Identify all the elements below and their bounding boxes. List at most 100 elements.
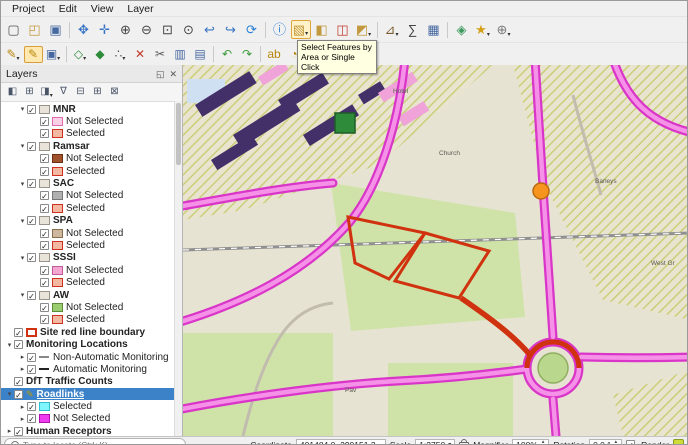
layer-tree-item[interactable]: ✓ Selected <box>1 239 182 251</box>
attributes-table-icon[interactable]: ▦ <box>424 20 444 39</box>
layer-tree-item[interactable]: ▸ ✓ Not Selected <box>1 413 182 425</box>
layer-tree-item[interactable]: ✓ Not Selected <box>1 227 182 239</box>
layer-checkbox[interactable]: ✓ <box>40 315 49 325</box>
scale-combo[interactable]: 1:2750 ▾ <box>415 439 456 444</box>
close-panel-icon[interactable]: ✕ <box>169 69 177 79</box>
expand-all-icon[interactable]: ⊟ <box>73 85 89 100</box>
layer-checkbox[interactable]: ✓ <box>14 426 23 436</box>
layer-tree-item[interactable]: ✓ Not Selected <box>1 153 182 165</box>
layer-checkbox[interactable]: ✓ <box>27 414 36 424</box>
map-tips-icon[interactable]: ◈ <box>452 20 472 39</box>
layer-tree-item[interactable]: ✓ Selected <box>1 165 182 177</box>
project-open-icon[interactable]: ◰ <box>25 20 45 39</box>
statistics-icon[interactable]: ∑ <box>403 20 423 39</box>
collapse-arrow-icon[interactable]: ▾ <box>5 390 14 398</box>
layer-checkbox[interactable]: ✓ <box>27 352 36 363</box>
collapse-all-icon[interactable]: ⊞ <box>90 85 106 100</box>
menu-view[interactable]: View <box>84 3 121 15</box>
layer-tree-item[interactable]: ✓ Site red line boundary <box>1 326 182 338</box>
expand-arrow-icon[interactable]: ▸ <box>5 427 14 435</box>
toggle-editing-icon[interactable]: ✎ <box>23 45 43 63</box>
undock-panel-icon[interactable]: ◱ <box>156 69 165 79</box>
cut-features-icon[interactable]: ✂ <box>151 46 170 63</box>
layer-tree-item[interactable]: ▾ ✓ SSSI <box>1 252 182 264</box>
chevron-down-icon[interactable]: ▾ <box>448 441 451 444</box>
current-edits-icon[interactable]: ✎ ▾ <box>4 46 23 63</box>
remove-layer-icon[interactable]: ⊠ <box>107 85 123 100</box>
layer-tree-item[interactable]: ✓ Selected <box>1 128 182 140</box>
layer-checkbox[interactable]: ✓ <box>40 154 49 164</box>
layers-scrollbar[interactable] <box>174 101 182 436</box>
spinner-arrows-icon[interactable]: ▲▼ <box>541 439 545 444</box>
layer-tree-item[interactable]: ▸ ✓ Selected <box>1 400 182 412</box>
layer-tree-item[interactable]: ✓ Not Selected <box>1 190 182 202</box>
collapse-arrow-icon[interactable]: ▾ <box>18 254 27 262</box>
layer-checkbox[interactable]: ✓ <box>27 402 36 412</box>
layer-tree-item[interactable]: ▸ ✓ Non-Automatic Monitoring <box>1 351 182 363</box>
paste-features-icon[interactable]: ▤ <box>191 46 210 63</box>
layer-tree-item[interactable]: ▾ ✓ Monitoring Locations <box>1 338 182 350</box>
zoom-next-icon[interactable]: ↪ <box>221 20 241 39</box>
add-group-icon[interactable]: ⊞ <box>22 85 38 100</box>
expand-arrow-icon[interactable]: ▸ <box>18 365 27 373</box>
filter-legend-icon[interactable]: ∇ <box>56 85 72 100</box>
zoom-in-icon[interactable]: ⊕ <box>116 20 136 39</box>
layer-tree-item[interactable]: ▾ ✓ Ramsar <box>1 140 182 152</box>
layer-labeling-icon[interactable]: ab <box>265 46 284 63</box>
layer-checkbox[interactable]: ✓ <box>14 377 23 387</box>
layer-checkbox[interactable]: ✓ <box>14 327 23 338</box>
layer-tree-item[interactable]: ✓ Not Selected <box>1 115 182 127</box>
layer-checkbox[interactable]: ✓ <box>27 216 36 226</box>
messages-icon[interactable] <box>673 439 684 444</box>
layer-tree-item[interactable]: ▾ ✓ AW <box>1 289 182 301</box>
layer-tree-item[interactable]: ▾ ✓ ✎ Roadlinks <box>1 387 182 401</box>
menu-edit[interactable]: Edit <box>52 3 84 15</box>
open-layer-styling-icon[interactable]: ◧ <box>5 85 21 100</box>
layer-tree-item[interactable]: ✓ Not Selected <box>1 301 182 313</box>
expand-arrow-icon[interactable]: ▸ <box>18 415 27 423</box>
delete-selected-icon[interactable]: ✕ <box>131 46 150 63</box>
expand-arrow-icon[interactable]: ▸ <box>18 353 27 361</box>
layer-checkbox[interactable]: ✓ <box>40 278 49 288</box>
layer-checkbox[interactable]: ✓ <box>40 191 49 201</box>
project-save-icon[interactable]: ▣ <box>46 20 66 39</box>
project-new-icon[interactable]: ▢ <box>4 20 24 39</box>
zoom-out-icon[interactable]: ⊖ <box>137 20 157 39</box>
layer-checkbox[interactable]: ✓ <box>40 240 49 251</box>
collapse-arrow-icon[interactable]: ▾ <box>18 291 27 299</box>
manage-map-themes-icon[interactable]: ◨ ▾ <box>39 85 55 100</box>
coordinate-input[interactable] <box>299 439 382 444</box>
layer-tree-item[interactable]: ✓ Selected <box>1 276 182 288</box>
pan-to-selection-icon[interactable]: ✛ <box>95 20 115 39</box>
layer-checkbox[interactable]: ✓ <box>27 290 36 301</box>
new-bookmark-icon[interactable]: ★ ▾ <box>473 20 493 39</box>
select-by-value-icon[interactable]: ◧ <box>312 20 332 39</box>
layer-tree-item[interactable]: ▾ ✓ SPA <box>1 215 182 227</box>
render-checkbox[interactable]: ✓ <box>626 440 636 444</box>
layer-tree-item[interactable]: ▾ ✓ SAC <box>1 177 182 189</box>
layer-checkbox[interactable]: ✓ <box>27 179 36 189</box>
layer-tree-item[interactable]: ▾ ✓ MNR <box>1 103 182 115</box>
add-polygon-feature-icon[interactable]: ◆ <box>91 46 110 63</box>
pan-map-icon[interactable]: ✥ <box>74 20 94 39</box>
layer-tree-item[interactable]: ✓ Not Selected <box>1 264 182 276</box>
deselect-all-icon[interactable]: ◫ <box>333 20 353 39</box>
layer-checkbox[interactable]: ✓ <box>14 340 23 350</box>
layer-tree-item[interactable]: ▸ ✓ Automatic Monitoring <box>1 363 182 375</box>
layer-checkbox[interactable]: ✓ <box>40 265 49 276</box>
coordinate-box[interactable] <box>295 439 386 444</box>
layer-checkbox[interactable]: ✓ <box>14 389 23 400</box>
layer-checkbox[interactable]: ✓ <box>27 141 36 152</box>
layer-checkbox[interactable]: ✓ <box>40 166 49 177</box>
collapse-arrow-icon[interactable]: ▾ <box>18 217 27 225</box>
layer-checkbox[interactable]: ✓ <box>40 117 49 127</box>
layer-tree-item[interactable]: ▸ ✓ Human Receptors <box>1 425 182 436</box>
layer-checkbox[interactable]: ✓ <box>27 253 36 263</box>
save-layer-edits-icon[interactable]: ▣ ▾ <box>44 46 63 63</box>
layer-tree-item[interactable]: ✓ DfT Traffic Counts <box>1 376 182 388</box>
zoom-last-icon[interactable]: ↩ <box>200 20 220 39</box>
digitize-with-segment-icon[interactable]: ◇ ▾ <box>71 46 90 63</box>
locate-input[interactable] <box>23 439 179 444</box>
layer-checkbox[interactable]: ✓ <box>40 302 49 313</box>
spinner-arrows-icon[interactable]: ▲▼ <box>614 439 618 444</box>
